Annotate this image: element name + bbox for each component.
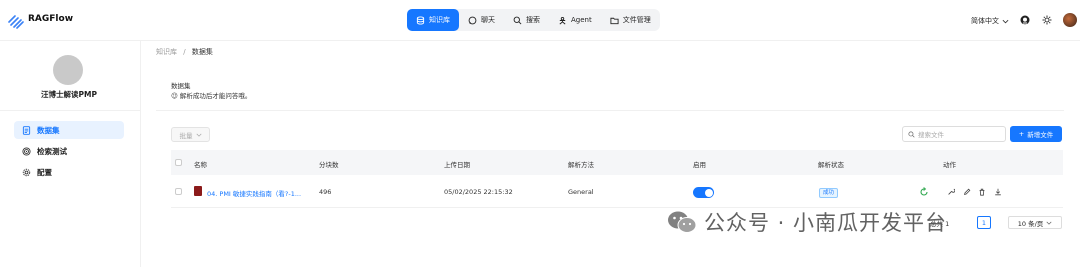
header-divider [0,40,1080,41]
page-size-label: 10 条/页 [1017,219,1044,228]
upload-date: 05/02/2025 22:15:32 [444,188,513,196]
plus-icon: + [1018,130,1025,138]
nav-label: 知识库 [429,16,450,24]
chunk-count: 496 [319,188,332,196]
status-badge: 成功 [819,188,839,198]
chevron-down-icon [1002,19,1009,23]
add-file-button[interactable]: + 新增文件 [1010,126,1062,142]
refresh-icon[interactable] [919,187,929,197]
wechat-logo-icon [668,211,697,233]
sidebar-divider [0,110,140,111]
file-name-link[interactable]: 04. PMI 敏捷实践指南（看?-1... [207,188,301,198]
folder-icon [610,17,619,24]
search-input[interactable]: 搜索文件 [902,126,1006,142]
nav-label: 聊天 [481,16,495,24]
breadcrumb-root[interactable]: 知识库 [156,48,177,56]
chevron-down-icon [195,133,202,137]
pdf-file-icon [194,186,202,196]
breadcrumb-separator: / [183,48,186,56]
kb-avatar [53,55,83,85]
column-header: 解析状态 [818,161,844,169]
page-button[interactable]: 1 [977,216,991,229]
column-header[interactable]: 分块数 [319,159,339,169]
search-icon [513,16,522,24]
search-placeholder: 搜索文件 [918,131,944,139]
dataset-description: 😉 解析成功后才能问答哦。 [171,92,252,100]
table-header [171,150,1063,175]
dataset-title: 数据集 [171,82,191,90]
breadcrumb: 知识库 / 数据集 [156,47,213,57]
watermark: 公众号 · 小南瓜开发平台 [666,207,947,237]
database-icon [416,15,425,25]
nav-label: 文件管理 [622,16,651,24]
github-icon[interactable] [1020,15,1030,25]
language-label: 简体中文 [971,17,999,25]
sidebar-item-label: 数据集 [37,125,60,135]
column-header: 启用 [693,161,706,169]
nav-label: 搜索 [526,16,540,24]
page-size-select[interactable]: 10 条/页 [1008,216,1062,229]
chevron-down-icon [1046,221,1052,225]
section-divider [156,110,1064,111]
watermark-text: 公众号 · 小南瓜开发平台 [704,211,948,235]
search-icon [908,130,915,138]
batch-button[interactable]: 批量 [171,127,210,142]
gear-icon [22,168,31,176]
column-header[interactable]: 上传日期 [444,159,470,169]
nav-search[interactable]: 搜索 [504,9,549,31]
select-all-checkbox[interactable] [175,159,182,166]
nav-file-management[interactable]: 文件管理 [601,9,660,31]
sidebar-item-config[interactable]: 配置 [14,163,124,181]
target-icon [22,146,31,156]
sun-icon[interactable] [1042,15,1052,25]
column-header: 解析方法 [568,161,594,169]
row-checkbox[interactable] [175,188,182,195]
sidebar-item-dataset[interactable]: 数据集 [14,121,124,139]
batch-label: 批量 [179,131,193,140]
add-file-label: 新增文件 [1027,131,1054,139]
edit-icon[interactable] [963,188,971,196]
parse-method[interactable]: General [568,188,594,196]
kb-name: 汪博士解读PMP [41,90,97,99]
wrench-icon[interactable] [947,188,955,196]
file-list-icon [22,125,31,135]
language-select[interactable]: 简体中文 [971,16,1009,26]
sidebar-item-label: 配置 [37,167,52,177]
nav-label: Agent [571,16,592,24]
trash-icon[interactable] [978,188,986,196]
ragflow-logo-icon [8,15,24,29]
app-title: RAGFlow [28,14,74,24]
sidebar-border [140,41,141,267]
sidebar-item-label: 检索测试 [37,146,67,156]
nav-agent[interactable]: Agent [549,9,601,31]
download-icon[interactable] [994,188,1002,196]
agent-icon [559,16,566,24]
breadcrumb-current: 数据集 [191,48,213,56]
main-nav: 知识库 聊天 搜索 Agent 文件管理 [407,9,660,31]
nav-knowledge-base[interactable]: 知识库 [407,9,459,31]
chat-icon [468,16,477,24]
nav-chat[interactable]: 聊天 [459,9,504,31]
column-header[interactable]: 名称 [194,159,207,169]
enable-toggle[interactable] [693,187,714,198]
column-header: 动作 [943,161,956,169]
sidebar-item-retrieval-test[interactable]: 检索测试 [14,142,124,160]
user-avatar[interactable] [1063,13,1077,27]
